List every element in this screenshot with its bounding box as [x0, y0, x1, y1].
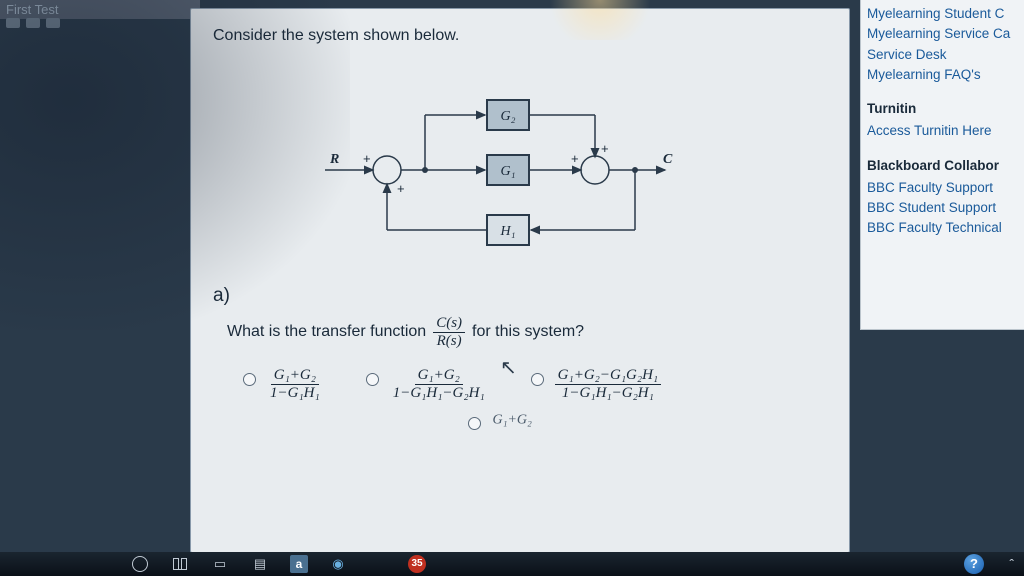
taskbar: ▭ ▤ a ◉ 35 ? ˆ [0, 552, 1024, 576]
taskbar-app-icon[interactable]: ▭ [210, 555, 230, 573]
radio-icon[interactable] [531, 373, 544, 386]
svg-text:R: R [329, 152, 339, 167]
svg-text:+: + [397, 181, 405, 196]
block-diagram: G₂ G₁ H₁ R + + + + C [305, 65, 735, 265]
sidebar-heading: Turnitin [867, 99, 1018, 119]
help-icon[interactable]: ? [964, 554, 984, 574]
svg-text:G₁: G₁ [501, 164, 516, 179]
partial-option: G₁+G₂ [468, 411, 827, 430]
sidebar-links: Myelearning Student C Myelearning Servic… [860, 0, 1024, 330]
svg-text:+: + [571, 151, 579, 166]
instruction-text: Consider the system shown below. [213, 27, 827, 45]
sidebar-link[interactable]: Myelearning Student C [867, 4, 1018, 24]
sidebar-link[interactable]: Service Desk [867, 45, 1018, 65]
svg-text:G₂: G₂ [501, 109, 516, 124]
sidebar-link[interactable]: BBC Faculty Technical [867, 218, 1018, 238]
tray-caret-icon[interactable]: ˆ [1009, 556, 1014, 572]
task-view-icon[interactable] [170, 555, 190, 573]
start-icon[interactable] [130, 555, 150, 573]
svg-text:+: + [363, 151, 371, 166]
sidebar-link[interactable]: Myelearning Service Ca [867, 24, 1018, 44]
radio-icon[interactable] [243, 373, 256, 386]
option-1[interactable]: G₁+G₂ 1−G₁H₁ [243, 367, 326, 401]
options-row: G₁+G₂ 1−G₁H₁ G₁+G₂ 1−G₁H₁−G₂H₁ G₁+G₂−G₁G… [243, 367, 827, 401]
radio-icon[interactable] [366, 373, 379, 386]
option-3[interactable]: G₁+G₂−G₁G₂H₁ 1−G₁H₁−G₂H₁ [531, 367, 664, 401]
question-panel: Consider the system shown below. G₂ [190, 8, 850, 553]
sidebar-link[interactable]: BBC Faculty Support [867, 178, 1018, 198]
window-title: First Test [0, 0, 200, 19]
svg-text:H₁: H₁ [500, 224, 516, 239]
taskbar-app-letter[interactable]: a [290, 555, 308, 573]
taskbar-app-icon[interactable]: ▤ [250, 555, 270, 573]
svg-text:C: C [663, 152, 673, 167]
taskbar-app-icon[interactable]: ◉ [328, 555, 348, 573]
sidebar-link[interactable]: BBC Student Support [867, 198, 1018, 218]
option-2[interactable]: G₁+G₂ 1−G₁H₁−G₂H₁ [366, 367, 491, 401]
part-label: a) [213, 285, 827, 307]
transfer-function-fraction: C(s) R(s) [433, 315, 465, 349]
sidebar-heading: Blackboard Collabor [867, 156, 1018, 176]
svg-text:+: + [601, 141, 609, 156]
sidebar-link[interactable]: Myelearning FAQ's [867, 65, 1018, 85]
question-prompt: What is the transfer function C(s) R(s) … [227, 315, 827, 349]
titlebar-icons [6, 18, 60, 28]
sidebar-link[interactable]: Access Turnitin Here [867, 121, 1018, 141]
notification-badge[interactable]: 35 [408, 555, 426, 573]
